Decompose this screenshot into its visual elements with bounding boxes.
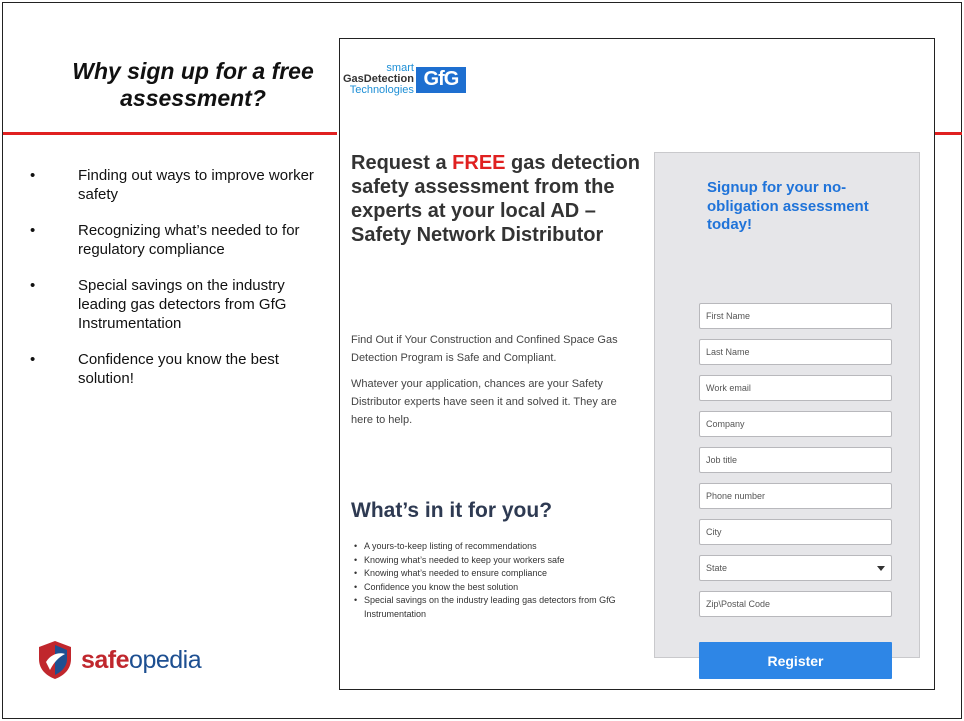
- work-email-field[interactable]: Work email: [699, 375, 892, 401]
- bullet-glyph: •: [30, 277, 36, 294]
- whats-in-it-heading: What’s in it for you?: [351, 499, 553, 522]
- bullet-glyph: •: [30, 167, 36, 184]
- landing-page-screenshot: smart GasDetection Technologies GfG Requ…: [339, 38, 935, 690]
- red-divider-left: [3, 132, 337, 135]
- register-button[interactable]: Register: [699, 642, 892, 679]
- list-item: A yours-to-keep listing of recommendatio…: [354, 540, 644, 554]
- last-name-field[interactable]: Last Name: [699, 339, 892, 365]
- benefits-list: • Finding out ways to improve worker safe…: [30, 166, 320, 405]
- first-name-field[interactable]: First Name: [699, 303, 892, 329]
- landing-heading: Request a FREE gas detection safety asse…: [351, 152, 640, 246]
- support-paragraph: Whatever your application, chances are y…: [351, 378, 617, 426]
- brand-wordmark: safeopedia: [81, 645, 202, 674]
- safeopedia-logo: safeopedia: [37, 640, 202, 680]
- form-heading: Signup for your no-obligation assessment…: [707, 179, 869, 233]
- shield-icon: [39, 641, 71, 679]
- list-item: Knowing what’s needed to keep your worke…: [354, 554, 644, 568]
- bullet-glyph: •: [30, 351, 36, 368]
- free-highlight: FREE: [452, 152, 506, 174]
- job-title-field[interactable]: Job title: [699, 447, 892, 473]
- benefit-item: • Finding out ways to improve worker safe…: [30, 167, 314, 203]
- slide-title: Why sign up for a free assessment?: [72, 58, 314, 111]
- city-field[interactable]: City: [699, 519, 892, 545]
- state-select[interactable]: State: [699, 555, 892, 581]
- bullet-glyph: •: [30, 222, 36, 239]
- gfg-logo: smart GasDetection Technologies GfG: [343, 63, 466, 96]
- dropdown-caret-icon: [877, 566, 885, 571]
- company-field[interactable]: Company: [699, 411, 892, 437]
- whats-in-it-list: A yours-to-keep listing of recommendatio…: [354, 540, 644, 621]
- intro-paragraph: Find Out if Your Construction and Confin…: [351, 334, 618, 364]
- benefit-item: • Confidence you know the best solution!: [30, 351, 279, 387]
- gfg-logo-mark: GfG: [415, 66, 466, 93]
- phone-number-field[interactable]: Phone number: [699, 483, 892, 509]
- benefit-item: • Recognizing what’s needed to for regula…: [30, 222, 300, 258]
- red-divider-right: [935, 132, 962, 135]
- signup-form: Signup for your no-obligation assessment…: [654, 152, 920, 679]
- list-item: Special savings on the industry leading …: [354, 594, 644, 621]
- zip-postal-field[interactable]: Zip\Postal Code: [699, 591, 892, 617]
- list-item: Confidence you know the best solution: [354, 581, 644, 595]
- benefit-item: • Special savings on the industry leading…: [30, 277, 287, 332]
- list-item: Knowing what’s needed to ensure complian…: [354, 567, 644, 581]
